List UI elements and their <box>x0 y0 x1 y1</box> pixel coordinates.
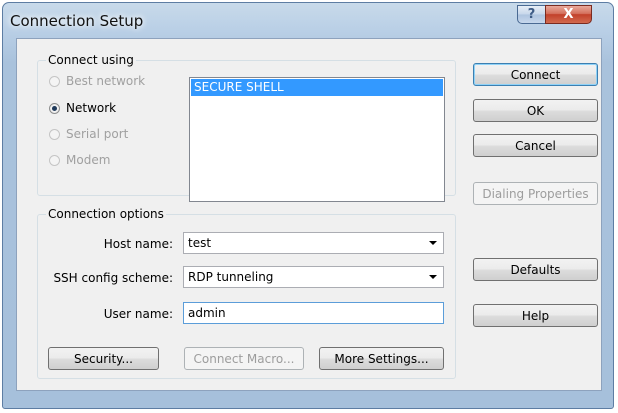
host-name-label: Host name: <box>103 237 173 251</box>
help-title-button[interactable]: ? <box>517 5 546 24</box>
radio-label: Modem <box>66 153 111 167</box>
connection-options-group: Connection options Host name: test SSH c… <box>37 207 456 379</box>
connect-using-legend: Connect using <box>46 53 136 67</box>
user-name-value: admin <box>188 306 226 320</box>
window-title: Connection Setup <box>10 12 144 30</box>
dialing-properties-button[interactable]: Dialing Properties <box>473 182 598 205</box>
radio-label: Network <box>66 101 117 115</box>
ssh-config-scheme-label: SSH config scheme: <box>53 271 173 285</box>
connect-using-group: Connect using Best network Network Seria… <box>37 53 456 202</box>
chevron-down-icon[interactable] <box>429 275 437 279</box>
ssh-config-scheme-value: RDP tunneling <box>188 270 274 284</box>
radio-network[interactable]: Network <box>49 101 116 115</box>
help-button[interactable]: Help <box>473 304 598 327</box>
connection-type-listbox[interactable]: SECURE SHELL <box>189 77 445 202</box>
cancel-button[interactable]: Cancel <box>473 134 598 157</box>
host-name-combo[interactable]: test <box>183 232 444 254</box>
chevron-down-icon[interactable] <box>429 241 437 245</box>
user-name-field[interactable]: admin <box>183 302 444 324</box>
dialog-body: Connect using Best network Network Seria… <box>16 38 602 391</box>
radio-button-icon <box>49 75 60 87</box>
ok-button[interactable]: OK <box>473 99 598 122</box>
radio-label: Best network <box>66 74 146 88</box>
radio-button-icon <box>49 102 60 114</box>
connect-button[interactable]: Connect <box>473 63 598 86</box>
radio-best-network[interactable]: Best network <box>49 74 145 88</box>
connection-options-legend: Connection options <box>46 207 166 221</box>
user-name-label: User name: <box>103 307 173 321</box>
host-name-value: test <box>188 236 212 250</box>
radio-button-icon <box>49 154 60 166</box>
security-button[interactable]: Security... <box>48 347 159 370</box>
radio-label: Serial port <box>66 127 129 141</box>
close-icon: X <box>563 7 574 22</box>
close-button[interactable]: X <box>545 5 592 24</box>
defaults-button[interactable]: Defaults <box>473 258 598 281</box>
radio-button-icon <box>49 128 60 140</box>
connect-macro-button[interactable]: Connect Macro... <box>184 347 304 370</box>
connection-setup-dialog: Connection Setup ? X Connect using Best … <box>2 2 614 409</box>
title-bar[interactable]: Connection Setup ? X <box>3 3 613 37</box>
question-icon: ? <box>527 7 536 22</box>
ssh-config-scheme-combo[interactable]: RDP tunneling <box>183 266 444 288</box>
radio-serial-port[interactable]: Serial port <box>49 127 128 141</box>
list-item[interactable]: SECURE SHELL <box>191 79 443 96</box>
more-settings-button[interactable]: More Settings... <box>319 347 444 370</box>
radio-modem[interactable]: Modem <box>49 153 110 167</box>
